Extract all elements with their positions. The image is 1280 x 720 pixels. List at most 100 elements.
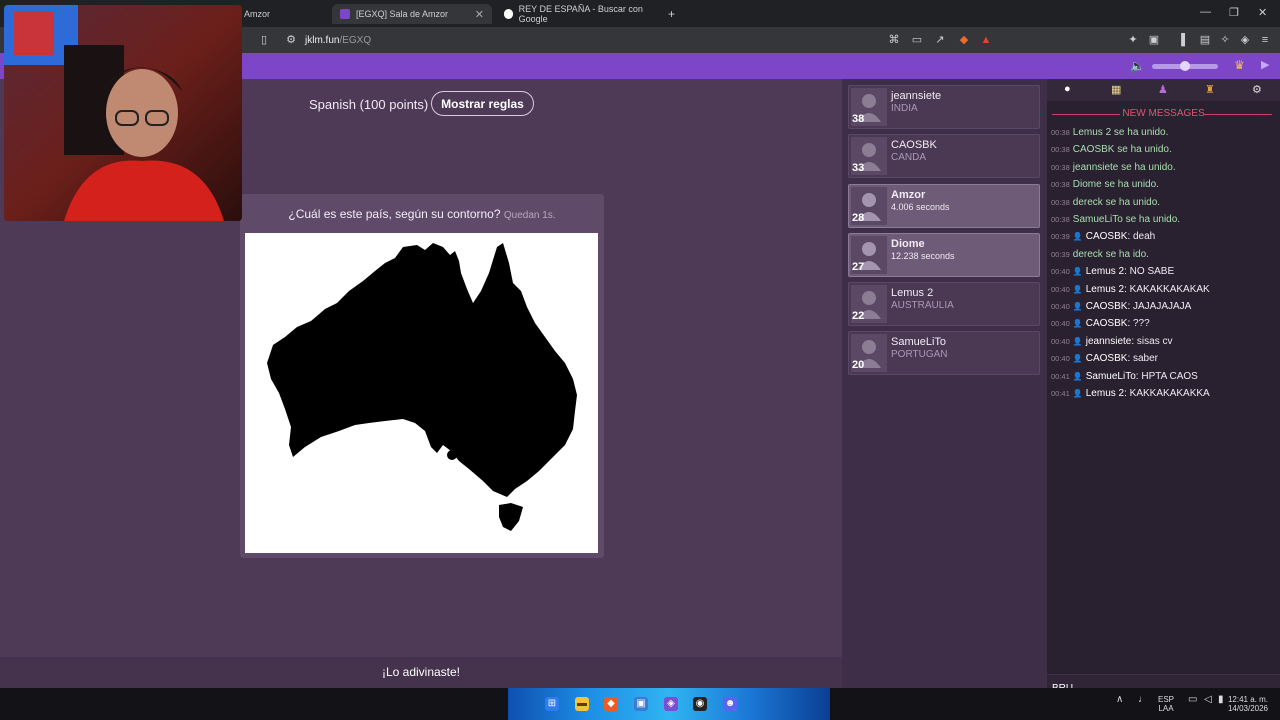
players-tab-icon[interactable]: ▦ — [1111, 83, 1121, 96]
battery-icon[interactable]: ▮ — [1218, 695, 1224, 705]
language-code: ESP — [1158, 695, 1175, 704]
plus-icon: + — [668, 7, 676, 21]
volume-slider-handle[interactable] — [1180, 61, 1190, 71]
bookmark-icon[interactable]: ▯ — [258, 34, 270, 46]
network-icon[interactable]: ▭ — [1188, 695, 1197, 705]
minimize-button[interactable]: — — [1200, 6, 1211, 18]
crown-icon[interactable]: ♛ — [1234, 58, 1245, 72]
australia-outline-icon — [267, 243, 577, 531]
extensions-icon[interactable]: ✦ — [1127, 34, 1139, 46]
app-icon[interactable]: ◈ — [664, 697, 678, 711]
url-path: /EGXQ — [339, 35, 372, 46]
sidebar-icon[interactable]: ▌ — [1179, 34, 1191, 46]
chat-username[interactable]: Lemus 2 — [1086, 266, 1124, 277]
tab-rey-de-espana[interactable]: REY DE ESPAÑA - Buscar con Google — [496, 4, 661, 24]
chat-message: 00:40 👤 Lemus 2: NO SABE — [1051, 266, 1174, 277]
chat-username[interactable]: CAOSBK — [1086, 231, 1128, 242]
room-tab-icon[interactable]: ♜ — [1205, 83, 1215, 96]
store-icon[interactable]: ▣ — [634, 697, 648, 711]
question-header: ¿Cuál es este país, según su contorno? Q… — [240, 200, 604, 228]
chat-message: 00:38 jeannsiete se ha unido. — [1051, 162, 1176, 173]
user-icon: 👤 — [1072, 319, 1083, 329]
tab-sala-de-amzor[interactable]: [EGXQ] Sala de Amzor ✕ — [332, 4, 492, 24]
chat-username[interactable]: Lemus 2 — [1086, 388, 1124, 399]
clock-time: 12:41 a. m. — [1227, 695, 1269, 704]
chat-username[interactable]: CAOSBK — [1086, 301, 1128, 312]
chat-message: 00:38 SamueLiTo se ha unido. — [1051, 214, 1180, 225]
tab-amzor[interactable]: Amzor — [236, 4, 332, 24]
reading-list-icon[interactable]: ▤ — [1199, 34, 1211, 46]
leo-ai-icon[interactable]: ✧ — [1219, 34, 1231, 46]
new-tab-button[interactable]: + — [660, 4, 680, 24]
guess-result-bar: ¡Lo adivinaste! — [0, 657, 842, 688]
microphone-icon[interactable]: ♩ — [1138, 695, 1148, 705]
menu-icon[interactable]: ≡ — [1259, 34, 1271, 46]
chat-username[interactable]: SamueLiTo — [1086, 371, 1136, 382]
site-settings-icon[interactable]: ⚙ — [285, 34, 297, 46]
share-icon[interactable]: ↗ — [934, 34, 946, 46]
chat-text: KAKAKKAKAKAK — [1129, 283, 1210, 295]
player-card: 27 Diome 12.238 seconds — [848, 233, 1040, 277]
tab-title: REY DE ESPAÑA - Buscar con Google — [518, 4, 643, 24]
chat-timestamp: 00:38 — [1051, 180, 1070, 190]
player-card: 20 SamueLiTo PORTUGAN — [848, 331, 1040, 375]
collapse-sidebar-icon[interactable]: ▶ — [1261, 58, 1269, 71]
chat-username[interactable]: jeannsiete — [1086, 336, 1132, 347]
chat-message: 00:41 👤 Lemus 2: KAKKAKAKAKKA — [1051, 388, 1210, 399]
volume-icon[interactable]: 🔈 — [1130, 59, 1145, 73]
chat-text: KAKKAKAKAKKA — [1129, 388, 1210, 399]
url-field[interactable]: jklm.fun/EGXQ — [305, 35, 371, 46]
user-icon: 👤 — [1072, 354, 1083, 364]
chat-text: sisas cv — [1136, 335, 1173, 347]
chat-username[interactable]: CAOSBK — [1086, 353, 1128, 364]
leaderboard-tab-icon[interactable]: ♟ — [1158, 83, 1168, 96]
wallet-icon[interactable]: ▣ — [1148, 34, 1160, 46]
maximize-button[interactable]: ❐ — [1229, 6, 1239, 19]
file-explorer-icon[interactable]: ▬ — [575, 697, 589, 711]
brave-rewards-icon[interactable]: ▲ — [980, 34, 992, 46]
close-tab-icon[interactable]: ✕ — [475, 8, 484, 21]
player-score: 28 — [852, 212, 865, 224]
chat-timestamp: 00:39 — [1051, 249, 1070, 259]
close-window-button[interactable]: ✕ — [1258, 6, 1267, 19]
chat-message: 00:38 CAOSBK se ha unido. — [1051, 144, 1172, 155]
player-card: 28 Amzor 4.006 seconds — [848, 184, 1040, 228]
settings-gear-icon[interactable]: ⚙ — [1252, 83, 1262, 96]
cast-icon[interactable]: ▭ — [911, 34, 923, 46]
language-indicator[interactable]: ESP LAA — [1158, 695, 1174, 713]
speaker-icon[interactable]: ◁ — [1204, 695, 1212, 705]
player-guess: PORTUGAN — [891, 349, 948, 360]
player-name: Lemus 2 — [891, 287, 934, 299]
chat-timestamp: 00:39 — [1051, 232, 1070, 242]
chat-message: 00:41 👤 SamueLiTo: HPTA CAOS — [1051, 371, 1198, 382]
player-guess: INDIA — [891, 103, 918, 114]
windows-start-icon[interactable]: ⊞ — [545, 697, 559, 711]
clock[interactable]: 12:41 a. m. 14/03/2026 — [1224, 695, 1272, 713]
discord-icon[interactable]: ☻ — [723, 697, 737, 711]
chat-message: 00:39 dereck se ha ido. — [1051, 249, 1149, 260]
brave-browser-icon[interactable]: ◆ — [604, 697, 618, 711]
player-card: 38 jeannsiete INDIA — [848, 85, 1040, 129]
player-score: 38 — [852, 113, 865, 125]
keyboard-layout: LAA — [1158, 704, 1174, 713]
chat-message: 00:40 👤 CAOSBK: JAJAJAJAJA — [1051, 301, 1191, 312]
chat-message: 00:40 👤 Lemus 2: KAKAKKAKAKAK — [1051, 284, 1210, 295]
user-icon: 👤 — [1072, 284, 1083, 294]
translate-icon[interactable]: ⌘ — [888, 34, 900, 46]
tab-title: Amzor — [244, 9, 271, 19]
show-rules-button[interactable]: Mostrar reglas — [431, 91, 534, 116]
chat-username[interactable]: CAOSBK — [1086, 318, 1128, 329]
windows-taskbar: ⊞ ▬ ◆ ▣ ◈ ◉ ☻ ∧ ESP LAA ♩ ▭ ◁ ▮ 12:41 a.… — [0, 688, 1280, 720]
player-guess: CANDA — [891, 152, 927, 163]
vpn-icon[interactable]: ◈ — [1239, 34, 1251, 46]
chat-message: 00:38 dereck se ha unido. — [1051, 197, 1160, 208]
webcam-streamer-image — [4, 5, 242, 221]
chat-bubble-icon[interactable]: ● — [1064, 83, 1071, 95]
players-list: 38 jeannsiete INDIA 33 CAOSBK CANDA 28 A… — [842, 79, 1047, 688]
obs-icon[interactable]: ◉ — [693, 697, 707, 711]
brave-shield-icon[interactable]: ◆ — [958, 34, 970, 46]
clock-date: 14/03/2026 — [1227, 704, 1269, 713]
chevron-up-icon[interactable]: ∧ — [1116, 695, 1123, 705]
chat-username[interactable]: Lemus 2 — [1086, 284, 1124, 295]
chat-text: saber — [1133, 353, 1159, 365]
